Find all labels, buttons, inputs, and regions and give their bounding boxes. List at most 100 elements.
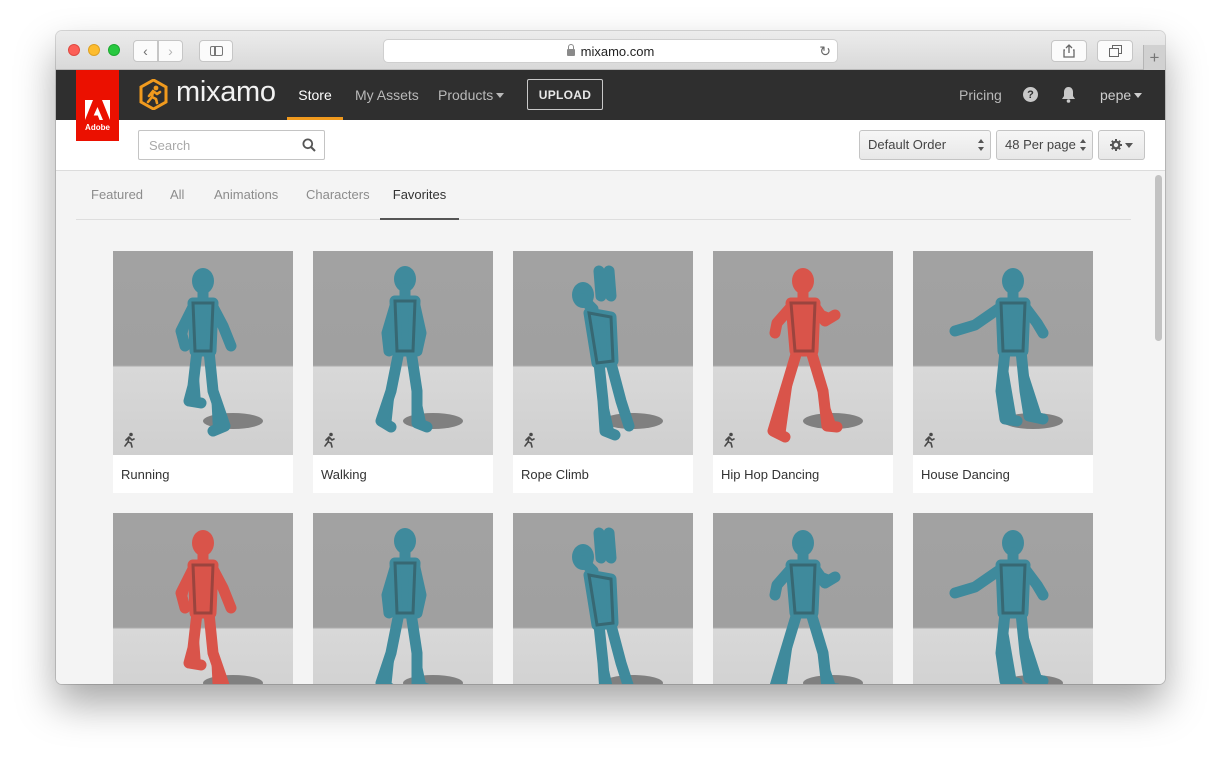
animation-thumbnail[interactable] [113, 513, 293, 684]
nav-my-assets[interactable]: My Assets [355, 87, 419, 103]
animation-thumbnail[interactable] [313, 251, 493, 455]
share-icon [1063, 44, 1075, 58]
filter-bar: Default Order 48 Per page [56, 120, 1165, 171]
zoom-window-button[interactable] [108, 44, 120, 56]
url-text: mixamo.com [580, 43, 655, 59]
nav-store[interactable]: Store [287, 70, 343, 120]
new-tab-button[interactable]: + [1143, 45, 1165, 70]
animation-card[interactable] [513, 513, 693, 684]
character-figure-image [375, 528, 463, 684]
running-man-icon [924, 432, 935, 448]
scrollbar-thumb[interactable] [1155, 175, 1162, 341]
select-arrows-icon [978, 139, 985, 151]
user-menu[interactable]: pepe [1100, 87, 1143, 103]
caret-down-icon [1134, 93, 1143, 98]
back-button[interactable]: ‹ [133, 40, 158, 62]
tab-favorites[interactable]: Favorites [380, 171, 459, 220]
animation-title: Walking [321, 467, 367, 482]
animation-card[interactable] [113, 513, 293, 684]
character-figure-image [175, 530, 263, 684]
caret-down-icon [496, 93, 505, 98]
sort-order-value: Default Order [868, 137, 947, 152]
animation-card[interactable] [713, 513, 893, 684]
animation-thumbnail[interactable] [113, 251, 293, 455]
minimize-window-button[interactable] [88, 44, 100, 56]
search-box [138, 130, 325, 160]
character-figure-image [572, 265, 663, 441]
running-man-icon [524, 432, 535, 448]
adobe-label: Adobe [85, 123, 110, 132]
lock-icon [566, 43, 575, 56]
nav-pricing[interactable]: Pricing [959, 87, 1002, 103]
animation-card[interactable]: Walking [313, 251, 493, 493]
character-figure-image [767, 268, 863, 443]
tab-characters[interactable]: Characters [306, 187, 370, 202]
plus-icon: + [1149, 47, 1160, 67]
browser-toolbar: ‹ › mixamo.com ↻ + [56, 31, 1165, 70]
page-scrollbar[interactable] [1153, 171, 1163, 684]
sort-order-select[interactable]: Default Order [859, 130, 991, 160]
forward-button[interactable]: › [158, 40, 183, 62]
main-content: Featured All Animations Characters Favor… [56, 171, 1165, 684]
animation-thumbnail[interactable] [713, 251, 893, 455]
sidebar-icon [210, 46, 223, 56]
running-man-icon [724, 432, 735, 448]
running-man-icon [124, 432, 135, 448]
caret-down-icon [1125, 142, 1133, 148]
settings-dropdown-button[interactable] [1098, 130, 1145, 160]
browser-window: ‹ › mixamo.com ↻ + Adobe mixamo Store My… [56, 31, 1165, 684]
animation-card[interactable] [313, 513, 493, 684]
animation-card[interactable]: Rope Climb [513, 251, 693, 493]
animation-title: House Dancing [921, 467, 1010, 482]
tabs-icon [1108, 45, 1122, 57]
animation-card[interactable] [913, 513, 1093, 684]
mixamo-logo-icon[interactable] [138, 79, 169, 110]
chevron-left-icon: ‹ [143, 43, 148, 59]
mixamo-wordmark[interactable]: mixamo [176, 76, 276, 109]
help-icon[interactable]: ? [1023, 87, 1038, 102]
address-bar[interactable]: mixamo.com ↻ [383, 39, 838, 63]
animation-title: Hip Hop Dancing [721, 467, 820, 482]
animation-thumbnail[interactable] [513, 251, 693, 455]
animation-card[interactable]: House Dancing [913, 251, 1093, 493]
adobe-icon [85, 100, 110, 120]
nav-products-dropdown[interactable]: Products [438, 87, 505, 103]
user-name: pepe [1100, 87, 1132, 103]
character-figure-image [175, 268, 263, 437]
gear-icon [1110, 139, 1122, 151]
running-man-icon [324, 432, 335, 448]
animation-title: Running [121, 467, 170, 482]
chevron-right-icon: › [168, 43, 173, 59]
tab-all[interactable]: All [170, 187, 184, 202]
share-button[interactable] [1051, 40, 1087, 62]
per-page-value: 48 Per page [1005, 137, 1076, 152]
bell-icon[interactable] [1061, 86, 1076, 103]
show-tabs-button[interactable] [1097, 40, 1133, 62]
tab-featured[interactable]: Featured [91, 187, 143, 202]
character-figure-image [949, 268, 1063, 429]
animation-card[interactable]: Hip Hop Dancing [713, 251, 893, 493]
per-page-select[interactable]: 48 Per page [996, 130, 1093, 160]
animation-thumbnail[interactable] [913, 513, 1093, 684]
site-header: Adobe mixamo Store My Assets Products UP… [56, 70, 1165, 141]
adobe-logo[interactable]: Adobe [76, 70, 119, 141]
upload-button[interactable]: UPLOAD [527, 79, 603, 110]
animation-thumbnail[interactable] [713, 513, 893, 684]
character-figure-image [375, 266, 463, 433]
tab-animations[interactable]: Animations [214, 187, 278, 202]
search-input[interactable] [139, 131, 289, 159]
nav-products-label: Products [438, 87, 494, 103]
close-window-button[interactable] [68, 44, 80, 56]
animation-title: Rope Climb [521, 467, 589, 482]
select-arrows-icon [1080, 139, 1087, 151]
reload-icon[interactable]: ↻ [819, 43, 831, 60]
character-figure-image [949, 530, 1063, 684]
character-figure-image [572, 527, 663, 684]
animation-thumbnail[interactable] [513, 513, 693, 684]
animation-thumbnail[interactable] [913, 251, 1093, 455]
animation-card[interactable]: Running [113, 251, 293, 493]
search-icon[interactable] [302, 138, 316, 152]
character-figure-image [769, 530, 863, 684]
animation-thumbnail[interactable] [313, 513, 493, 684]
sidebar-toggle-button[interactable] [199, 40, 233, 62]
